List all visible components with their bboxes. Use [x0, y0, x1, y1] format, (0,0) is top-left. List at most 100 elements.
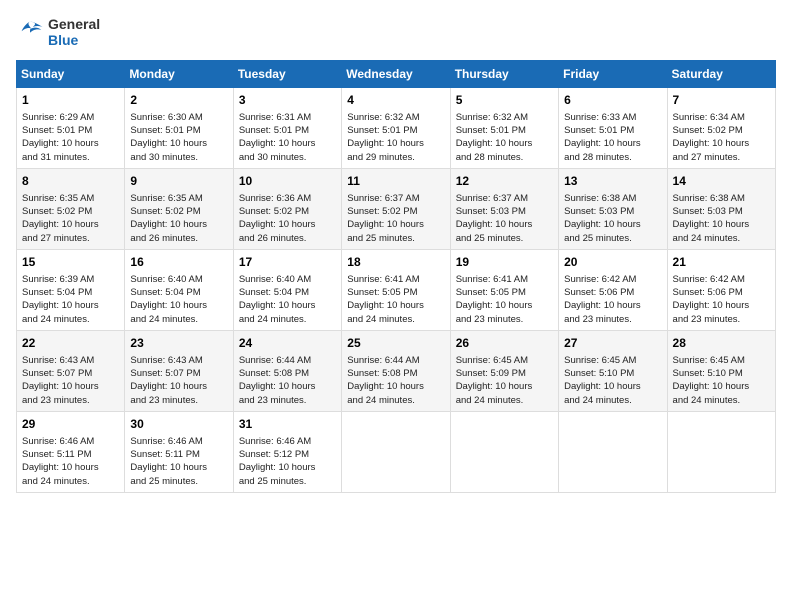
dow-friday: Friday — [559, 61, 667, 88]
day-info: Sunrise: 6:32 AMSunset: 5:01 PMDaylight:… — [347, 111, 444, 164]
day-info: Sunrise: 6:35 AMSunset: 5:02 PMDaylight:… — [130, 192, 227, 245]
day-info: Sunrise: 6:35 AMSunset: 5:02 PMDaylight:… — [22, 192, 119, 245]
day-number: 3 — [239, 92, 336, 109]
calendar-cell: 3Sunrise: 6:31 AMSunset: 5:01 PMDaylight… — [233, 88, 341, 169]
day-number: 17 — [239, 254, 336, 271]
day-number: 30 — [130, 416, 227, 433]
day-info: Sunrise: 6:42 AMSunset: 5:06 PMDaylight:… — [673, 273, 770, 326]
calendar-cell: 11 Sunrise: 6:37 AMSunset: 5:02 PMDayligh… — [342, 168, 450, 249]
day-number: 8 — [22, 173, 119, 190]
calendar-cell: 30Sunrise: 6:46 AMSunset: 5:11 PMDayligh… — [125, 411, 233, 492]
day-number: 12 — [456, 173, 553, 190]
calendar-cell: 31 Sunrise: 6:46 AMSunset: 5:12 PMDayligh… — [233, 411, 341, 492]
dow-thursday: Thursday — [450, 61, 558, 88]
dow-tuesday: Tuesday — [233, 61, 341, 88]
day-info: Sunrise: 6:41 AMSunset: 5:05 PMDaylight:… — [347, 273, 444, 326]
calendar-cell: 18 Sunrise: 6:41 AMSunset: 5:05 PMDayligh… — [342, 249, 450, 330]
calendar-table: SundayMondayTuesdayWednesdayThursdayFrid… — [16, 60, 776, 493]
day-info: Sunrise: 6:45 AMSunset: 5:10 PMDaylight:… — [673, 354, 770, 407]
day-of-week-header-row: SundayMondayTuesdayWednesdayThursdayFrid… — [17, 61, 776, 88]
calendar-cell — [667, 411, 775, 492]
calendar-week-4: 22 Sunrise: 6:43 AMSunset: 5:07 PMDayligh… — [17, 330, 776, 411]
day-info: Sunrise: 6:37 AMSunset: 5:03 PMDaylight:… — [456, 192, 553, 245]
calendar-cell: 22 Sunrise: 6:43 AMSunset: 5:07 PMDayligh… — [17, 330, 125, 411]
calendar-cell: 28 Sunrise: 6:45 AMSunset: 5:10 PMDayligh… — [667, 330, 775, 411]
calendar-cell: 12 Sunrise: 6:37 AMSunset: 5:03 PMDayligh… — [450, 168, 558, 249]
calendar-cell: 26Sunrise: 6:45 AMSunset: 5:09 PMDayligh… — [450, 330, 558, 411]
day-info: Sunrise: 6:41 AMSunset: 5:05 PMDaylight:… — [456, 273, 553, 326]
day-number: 10 — [239, 173, 336, 190]
dow-sunday: Sunday — [17, 61, 125, 88]
day-number: 13 — [564, 173, 661, 190]
calendar-cell: 14Sunrise: 6:38 AMSunset: 5:03 PMDayligh… — [667, 168, 775, 249]
day-number: 18 — [347, 254, 444, 271]
calendar-cell: 9 Sunrise: 6:35 AMSunset: 5:02 PMDaylight… — [125, 168, 233, 249]
day-number: 31 — [239, 416, 336, 433]
day-number: 4 — [347, 92, 444, 109]
day-number: 21 — [673, 254, 770, 271]
day-number: 20 — [564, 254, 661, 271]
day-number: 11 — [347, 173, 444, 190]
day-info: Sunrise: 6:37 AMSunset: 5:02 PMDaylight:… — [347, 192, 444, 245]
dow-saturday: Saturday — [667, 61, 775, 88]
calendar-cell: 13 Sunrise: 6:38 AMSunset: 5:03 PMDayligh… — [559, 168, 667, 249]
calendar-cell: 25Sunrise: 6:44 AMSunset: 5:08 PMDayligh… — [342, 330, 450, 411]
calendar-cell: 29 Sunrise: 6:46 AMSunset: 5:11 PMDayligh… — [17, 411, 125, 492]
day-number: 5 — [456, 92, 553, 109]
day-number: 6 — [564, 92, 661, 109]
day-info: Sunrise: 6:46 AMSunset: 5:11 PMDaylight:… — [22, 435, 119, 488]
day-number: 25 — [347, 335, 444, 352]
day-info: Sunrise: 6:45 AMSunset: 5:09 PMDaylight:… — [456, 354, 553, 407]
day-info: Sunrise: 6:39 AMSunset: 5:04 PMDaylight:… — [22, 273, 119, 326]
day-info: Sunrise: 6:46 AMSunset: 5:12 PMDaylight:… — [239, 435, 336, 488]
day-number: 28 — [673, 335, 770, 352]
day-info: Sunrise: 6:29 AMSunset: 5:01 PMDaylight:… — [22, 111, 119, 164]
day-info: Sunrise: 6:45 AMSunset: 5:10 PMDaylight:… — [564, 354, 661, 407]
calendar-cell: 21 Sunrise: 6:42 AMSunset: 5:06 PMDayligh… — [667, 249, 775, 330]
calendar-cell: 10 Sunrise: 6:36 AMSunset: 5:02 PMDayligh… — [233, 168, 341, 249]
calendar-week-1: 1 Sunrise: 6:29 AMSunset: 5:01 PMDaylight… — [17, 88, 776, 169]
logo: General Blue — [16, 16, 100, 48]
calendar-cell: 15 Sunrise: 6:39 AMSunset: 5:04 PMDayligh… — [17, 249, 125, 330]
day-info: Sunrise: 6:33 AMSunset: 5:01 PMDaylight:… — [564, 111, 661, 164]
day-number: 27 — [564, 335, 661, 352]
calendar-cell — [450, 411, 558, 492]
day-number: 9 — [130, 173, 227, 190]
calendar-cell: 1 Sunrise: 6:29 AMSunset: 5:01 PMDaylight… — [17, 88, 125, 169]
day-info: Sunrise: 6:32 AMSunset: 5:01 PMDaylight:… — [456, 111, 553, 164]
calendar-cell: 20 Sunrise: 6:42 AMSunset: 5:06 PMDayligh… — [559, 249, 667, 330]
calendar-cell: 5 Sunrise: 6:32 AMSunset: 5:01 PMDaylight… — [450, 88, 558, 169]
day-info: Sunrise: 6:38 AMSunset: 5:03 PMDaylight:… — [673, 192, 770, 245]
calendar-cell: 17 Sunrise: 6:40 AMSunset: 5:04 PMDayligh… — [233, 249, 341, 330]
day-number: 24 — [239, 335, 336, 352]
calendar-cell: 4 Sunrise: 6:32 AMSunset: 5:01 PMDaylight… — [342, 88, 450, 169]
calendar-cell: 19Sunrise: 6:41 AMSunset: 5:05 PMDayligh… — [450, 249, 558, 330]
page-header: General Blue — [16, 16, 776, 48]
day-number: 16 — [130, 254, 227, 271]
day-info: Sunrise: 6:40 AMSunset: 5:04 PMDaylight:… — [239, 273, 336, 326]
day-info: Sunrise: 6:43 AMSunset: 5:07 PMDaylight:… — [22, 354, 119, 407]
day-number: 1 — [22, 92, 119, 109]
day-number: 7 — [673, 92, 770, 109]
day-info: Sunrise: 6:36 AMSunset: 5:02 PMDaylight:… — [239, 192, 336, 245]
day-number: 29 — [22, 416, 119, 433]
day-number: 2 — [130, 92, 227, 109]
day-info: Sunrise: 6:44 AMSunset: 5:08 PMDaylight:… — [239, 354, 336, 407]
calendar-week-2: 8 Sunrise: 6:35 AMSunset: 5:02 PMDaylight… — [17, 168, 776, 249]
logo-icon — [16, 20, 44, 44]
day-number: 22 — [22, 335, 119, 352]
day-info: Sunrise: 6:38 AMSunset: 5:03 PMDaylight:… — [564, 192, 661, 245]
day-info: Sunrise: 6:34 AMSunset: 5:02 PMDaylight:… — [673, 111, 770, 164]
calendar-cell — [559, 411, 667, 492]
day-info: Sunrise: 6:42 AMSunset: 5:06 PMDaylight:… — [564, 273, 661, 326]
day-number: 15 — [22, 254, 119, 271]
day-info: Sunrise: 6:40 AMSunset: 5:04 PMDaylight:… — [130, 273, 227, 326]
calendar-cell: 27 Sunrise: 6:45 AMSunset: 5:10 PMDayligh… — [559, 330, 667, 411]
dow-monday: Monday — [125, 61, 233, 88]
calendar-cell: 7 Sunrise: 6:34 AMSunset: 5:02 PMDaylight… — [667, 88, 775, 169]
day-info: Sunrise: 6:43 AMSunset: 5:07 PMDaylight:… — [130, 354, 227, 407]
calendar-week-3: 15 Sunrise: 6:39 AMSunset: 5:04 PMDayligh… — [17, 249, 776, 330]
calendar-week-5: 29 Sunrise: 6:46 AMSunset: 5:11 PMDayligh… — [17, 411, 776, 492]
dow-wednesday: Wednesday — [342, 61, 450, 88]
day-info: Sunrise: 6:30 AMSunset: 5:01 PMDaylight:… — [130, 111, 227, 164]
